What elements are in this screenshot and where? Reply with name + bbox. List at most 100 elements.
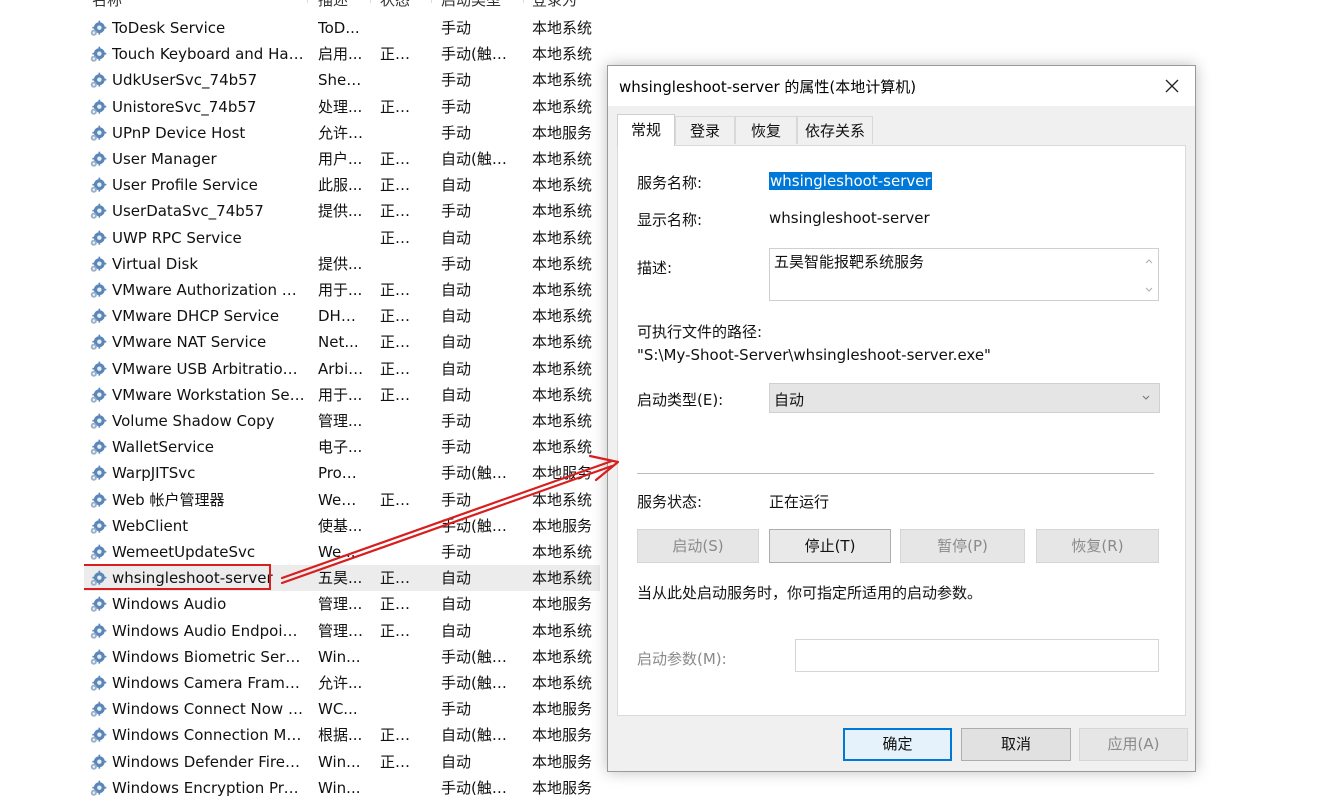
service-gear-icon — [90, 701, 107, 717]
service-row[interactable]: UPnP Device Host 允许 ... 手动 本地服务 — [84, 120, 600, 146]
service-logon-as: 本地系统 — [532, 674, 593, 692]
service-row[interactable]: WarpJITSvc Provi... 手动(触发... 本地服务 — [84, 460, 600, 486]
service-gear-icon — [90, 439, 107, 455]
close-icon — [1165, 79, 1179, 93]
service-row[interactable]: UdkUserSvc_74b57 Shell... 手动 本地系统 — [84, 67, 600, 93]
service-row[interactable]: UWP RPC Service 正在... 自动 本地系统 — [84, 225, 600, 251]
tab-general[interactable]: 常规 — [617, 114, 675, 146]
service-row[interactable]: Virtual Disk 提供... 手动 本地系统 — [84, 251, 600, 277]
header-logon-as[interactable]: 登录为 — [532, 0, 598, 9]
service-row[interactable]: Windows Defender Firewall Win... 正在... 自动 本地… — [84, 749, 600, 775]
service-description: DHC... — [318, 307, 364, 326]
service-startup-type: 手动 — [441, 438, 472, 457]
service-gear-icon — [90, 597, 107, 613]
start-params-input[interactable] — [795, 639, 1159, 672]
general-panel: 服务名称: whsingleshoot-server 显示名称: whsingl… — [617, 145, 1186, 716]
service-row[interactable]: User Manager 用户... 正在... 自动(触发... 本地系统 — [84, 146, 600, 172]
resume-button[interactable]: 恢复(R) — [1036, 529, 1159, 563]
tab-logon[interactable]: 登录 — [675, 116, 735, 144]
service-description: Provi... — [318, 464, 364, 483]
stop-button[interactable]: 停止(T) — [769, 529, 891, 563]
service-row[interactable]: VMware Authorization Ser... 用于... 正在... 自动 本… — [84, 277, 600, 303]
description-box[interactable]: 五昊智能报靶系统服务 — [769, 248, 1159, 301]
service-row[interactable]: Touch Keyboard and Hand... 启用... 正在... 手动(触… — [84, 41, 600, 67]
services-list: 名称 描述 状态 启动类型 登录为 ToDesk Service ToD... 手动… — [84, 0, 600, 806]
service-gear-icon — [90, 675, 107, 691]
service-logon-as: 本地服务 — [532, 778, 593, 797]
description-scrollbar[interactable] — [1142, 252, 1156, 298]
service-logon-as: 本地服务 — [532, 595, 593, 614]
service-row[interactable]: Windows Audio 管理... 正在... 自动 本地服务 — [84, 591, 600, 617]
service-startup-type: 手动 — [441, 123, 472, 142]
properties-dialog: whsingleshoot-server 的属性(本地计算机) 常规 登录 恢复… — [607, 65, 1196, 772]
description-label: 描述: — [637, 259, 673, 277]
header-description[interactable]: 描述 — [318, 0, 364, 9]
display-name-value[interactable]: whsingleshoot-server — [769, 209, 930, 227]
header-name[interactable]: 名称 — [92, 0, 286, 9]
service-row[interactable]: Volume Shadow Copy 管理... 手动 本地系统 — [84, 408, 600, 434]
service-row[interactable]: WebClient 使基... 手动(触发... 本地服务 — [84, 513, 600, 539]
service-gear-icon — [90, 413, 107, 429]
service-row[interactable]: WemeetUpdateSvc We... 手动 本地系统 — [84, 539, 600, 565]
start-button[interactable]: 启动(S) — [637, 529, 759, 563]
dialog-titlebar[interactable]: whsingleshoot-server 的属性(本地计算机) — [608, 66, 1195, 106]
service-name-value[interactable]: whsingleshoot-server — [769, 172, 932, 190]
service-logon-as: 本地系统 — [532, 412, 593, 430]
exe-path-value[interactable]: "S:\My-Shoot-Server\whsingleshoot-server… — [637, 346, 991, 364]
service-row[interactable]: ToDesk Service ToD... 手动 本地系统 — [84, 15, 600, 41]
service-gear-icon — [90, 256, 107, 272]
service-logon-as: 本地系统 — [532, 150, 593, 168]
service-row[interactable]: Windows Encryption Provid... Win... 手动(触发.… — [84, 775, 600, 801]
service-row[interactable]: Web 帐户管理器 Web... 正在... 手动 本地系统 — [84, 487, 600, 513]
service-row[interactable]: VMware USB Arbitration S... Arbit... 正在...… — [84, 356, 600, 382]
close-button[interactable] — [1149, 66, 1195, 106]
tab-recovery[interactable]: 恢复 — [735, 116, 797, 144]
service-startup-type: 自动 — [441, 752, 472, 771]
service-startup-type: 手动 — [441, 97, 472, 116]
service-row[interactable]: VMware Workstation Server 用于... 正在... 自动 本地系… — [84, 382, 600, 408]
service-name: Web 帐户管理器 — [112, 490, 225, 509]
service-description: 用户... — [318, 150, 363, 168]
apply-button[interactable]: 应用(A) — [1079, 728, 1188, 761]
service-status: 正在... — [380, 45, 420, 64]
header-status[interactable]: 状态 — [380, 0, 420, 9]
cancel-button[interactable]: 取消 — [961, 728, 1071, 761]
service-name: UserDataSvc_74b57 — [112, 202, 264, 221]
service-row[interactable]: Windows Audio Endpoint B... 管理 ... 正在... 自动… — [84, 618, 600, 644]
startup-type-select[interactable]: 自动 — [769, 383, 1160, 413]
service-row[interactable]: VMware DHCP Service DHC... 正在... 自动 本地系统 — [84, 303, 600, 329]
service-startup-type: 手动(触发... — [441, 516, 521, 535]
service-name: Windows Connection Man... — [112, 726, 306, 745]
service-description: 启用... — [318, 45, 363, 64]
service-gear-icon — [90, 361, 107, 377]
service-startup-type: 手动 — [441, 490, 472, 509]
tab-dependencies[interactable]: 依存关系 — [797, 116, 873, 144]
service-description: ToD... — [318, 19, 360, 37]
service-row[interactable]: UserDataSvc_74b57 提供... 正在... 手动 本地系统 — [84, 198, 600, 224]
service-description: 提供... — [318, 254, 363, 273]
service-row[interactable]: UnistoreSvc_74b57 处理... 正在... 手动 本地系统 — [84, 94, 600, 120]
service-name: WebClient — [112, 516, 189, 535]
service-status: 正在... — [380, 621, 420, 640]
service-row[interactable]: User Profile Service 此服... 正在... 自动 本地系统 — [84, 172, 600, 198]
divider — [637, 473, 1154, 474]
service-row[interactable]: Windows Connection Man... 根据... 正在... 自动(触发… — [84, 722, 600, 748]
service-logon-as: 本地系统 — [532, 45, 593, 64]
service-row[interactable]: Windows Biometric Service Win... 手动(触发... 本… — [84, 644, 600, 670]
service-status-value: 正在运行 — [769, 493, 830, 511]
service-row[interactable]: WalletService 电子... 手动 本地系统 — [84, 434, 600, 460]
service-row[interactable]: Windows Connect Now - C... WC... 手动 本地服务 — [84, 696, 600, 722]
header-startup-type[interactable]: 启动类型 — [441, 0, 521, 9]
service-name: Windows Connect Now - C... — [112, 700, 306, 719]
service-gear-icon — [90, 125, 107, 141]
service-status: 正在... — [380, 202, 420, 221]
pause-button[interactable]: 暂停(P) — [900, 529, 1025, 563]
service-row[interactable]: Windows Camera Frame S... 允许... 手动(触发... 本地… — [84, 670, 600, 696]
service-row[interactable]: whsingleshoot-server 五昊... 正在... 自动 本地系统 — [84, 564, 600, 592]
service-gear-icon — [90, 623, 107, 639]
service-name: VMware Authorization Ser... — [112, 281, 306, 299]
ok-button[interactable]: 确定 — [843, 728, 952, 761]
service-name: Windows Biometric Service — [112, 647, 306, 666]
service-row[interactable]: VMware NAT Service Net... 正在... 自动 本地系统 — [84, 329, 600, 355]
service-gear-icon — [90, 46, 107, 62]
